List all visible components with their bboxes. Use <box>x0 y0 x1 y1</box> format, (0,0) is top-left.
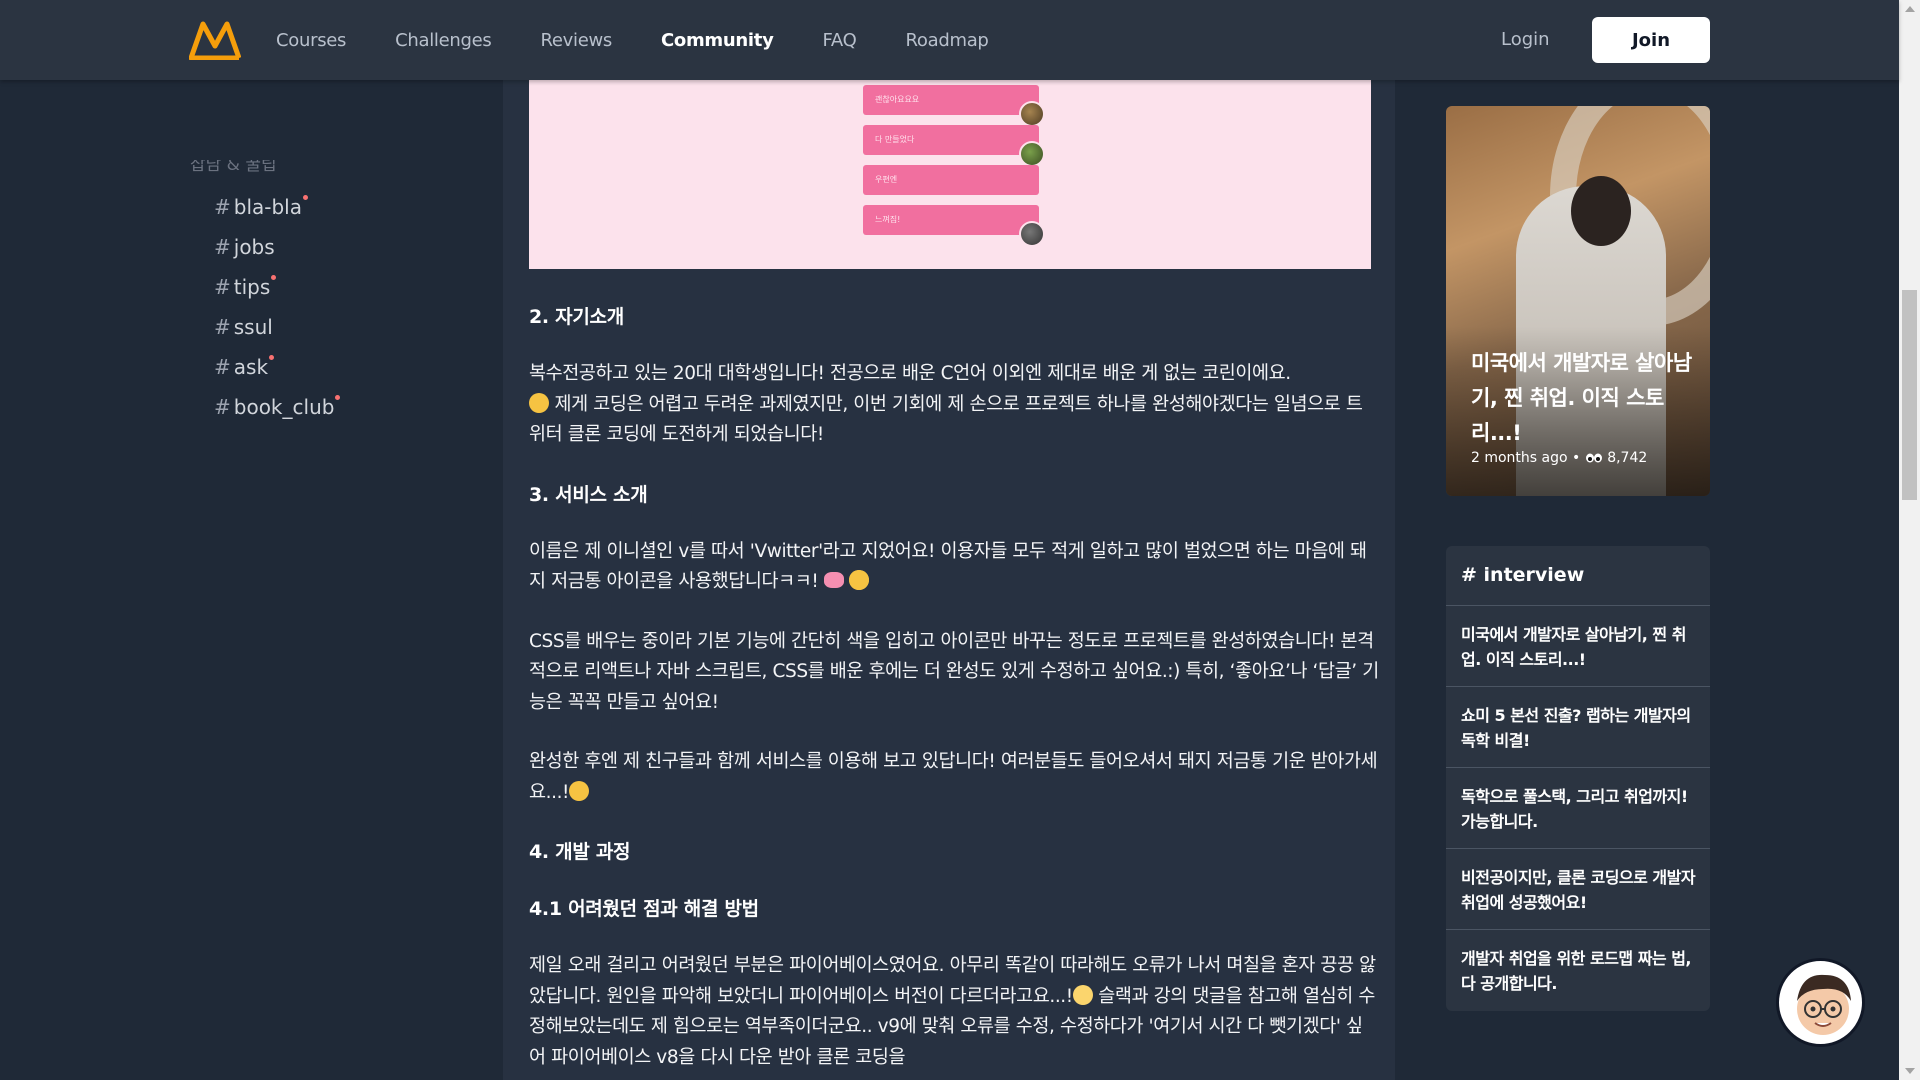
logo-icon[interactable] <box>189 20 241 60</box>
channel-tips[interactable]: # tips <box>214 274 340 314</box>
interview-link[interactable]: 쇼미 5 본선 진출? 랩하는 개발자의 독학 비결! <box>1446 687 1710 768</box>
top-navigation-bar: Courses Challenges Reviews Community FAQ… <box>0 0 1899 80</box>
pig-nose-emoji-icon <box>823 572 844 588</box>
nav-reviews[interactable]: Reviews <box>541 30 613 51</box>
hash-symbol: # <box>214 355 231 379</box>
text-run: 제게 코딩은 어렵고 두려운 과제였지만, 이번 기회에 제 손으로 프로젝트 … <box>529 393 1363 446</box>
avatar <box>1019 221 1045 247</box>
section-heading: 4. 개발 과정 <box>529 841 631 863</box>
interview-list-card: # interview 미국에서 개발자로 살아남기, 찐 취업. 이직 스토리… <box>1446 546 1710 1011</box>
channel-label: jobs <box>233 235 275 259</box>
channel-ssul[interactable]: # ssul <box>214 314 340 354</box>
text-run: 이름은 제 이니셜인 v를 따서 'Vwitter'라고 지었어요! 이용자들 … <box>529 540 1367 593</box>
unread-dot <box>271 275 277 280</box>
money-mouth-emoji-icon <box>569 780 590 801</box>
section-heading: 2. 자기소개 <box>529 306 624 328</box>
unread-dot <box>335 395 341 400</box>
text-run: 완성한 후엔 제 친구들과 함께 서비스를 이용해 보고 있답니다! 여러분들도… <box>529 751 1378 803</box>
unread-dot <box>269 355 275 360</box>
nav-courses[interactable]: Courses <box>276 30 346 51</box>
channel-label: book_club <box>233 395 335 419</box>
channel-label: bla-bla <box>233 195 302 219</box>
right-sidebar: 미국에서 개발자로 살아남기, 찐 취업. 이직 스토리...! 2 month… <box>1395 80 1899 1080</box>
main-nav: Courses Challenges Reviews Community FAQ… <box>276 0 1038 80</box>
hash-symbol: # <box>214 275 231 299</box>
page-scrollbar[interactable] <box>1899 0 1920 1080</box>
hash-symbol: # <box>214 395 231 419</box>
paragraph: 완성한 후엔 제 친구들과 함께 서비스를 이용해 보고 있답니다! 여러분들도… <box>529 747 1379 808</box>
view-count: 8,742 <box>1607 450 1648 466</box>
post-time: 2 months ago <box>1471 450 1568 466</box>
hash-symbol: # <box>214 315 231 339</box>
paragraph: CSS를 배우는 중이라 기본 기능에 간단히 색을 입히고 아이콘만 바꾸는 … <box>529 630 1379 713</box>
scroll-thumb[interactable] <box>1902 290 1917 500</box>
nav-community[interactable]: Community <box>661 30 774 51</box>
sad-face-emoji-icon <box>529 392 549 413</box>
channel-label: ssul <box>233 315 273 339</box>
chat-bubble: 다 만들었다 <box>863 125 1039 155</box>
interview-list-title[interactable]: # interview <box>1446 546 1710 606</box>
channel-label: tips <box>233 275 271 299</box>
person-head <box>1571 176 1631 246</box>
channel-list: # bla-bla # jobs # tips # ssul # ask # book_cl… <box>214 194 341 434</box>
featured-story-title: 미국에서 개발자로 살아남기, 찐 취업. 이직 스토리...! <box>1471 351 1692 445</box>
text-run: 복수전공하고 있는 20대 대학생입니다! 전공으로 배운 C언어 이외엔 제대… <box>529 363 1291 384</box>
chat-bubble: 우편엔 <box>863 165 1039 195</box>
featured-story-meta: 2 months ago • 8,742 <box>1471 450 1648 466</box>
unread-dot <box>303 195 308 200</box>
hash-symbol: # <box>214 235 231 259</box>
post-screenshot-image: 괜찮아요요요 다 만들었다 우편엔 느껴짐! <box>529 80 1371 269</box>
paragraph: 제일 오래 걸리고 어려웠던 부분은 파이어베이스였어요. 아무리 똑같이 따라… <box>529 951 1379 1073</box>
chat-bubble: 느껴짐! <box>863 205 1039 235</box>
paragraph: 이름은 제 이니셜인 v를 따서 'Vwitter'라고 지었어요! 이용자들 … <box>529 537 1379 598</box>
chat-support-button[interactable] <box>1776 958 1865 1047</box>
eyes-icon <box>1585 453 1602 463</box>
interview-link[interactable]: 미국에서 개발자로 살아남기, 찐 취업. 이직 스토리...! <box>1446 606 1710 687</box>
heart-eyes-emoji-icon <box>849 570 870 590</box>
scroll-down-arrow-icon[interactable] <box>1905 1068 1915 1074</box>
channel-ask[interactable]: # ask <box>214 354 340 394</box>
interview-link[interactable]: 개발자 취업을 위한 로드맵 짜는 법, 다 공개합니다. <box>1446 930 1710 1011</box>
channel-jobs[interactable]: # jobs <box>214 234 340 274</box>
avatar <box>1019 141 1045 167</box>
channel-book-club[interactable]: # book_club <box>214 394 341 434</box>
screaming-face-emoji-icon <box>1072 984 1093 1005</box>
section-heading: 4.1 어려웠던 점과 해결 방법 <box>529 898 759 920</box>
chat-bubble: 괜찮아요요요 <box>863 85 1039 115</box>
sidebar-section-label: 잡담 & 꿀팁 <box>190 155 277 175</box>
hash-symbol: # <box>214 195 231 219</box>
post-body: 2. 자기소개 복수전공하고 있는 20대 대학생입니다! 전공으로 배운 C언… <box>529 302 1379 1080</box>
channel-sidebar: 잡담 & 꿀팁 # bla-bla # jobs # tips # ssul # ask … <box>0 80 503 1080</box>
channel-bla-bla[interactable]: # bla-bla <box>214 194 340 234</box>
nav-faq[interactable]: FAQ <box>823 30 857 51</box>
nav-challenges[interactable]: Challenges <box>395 30 492 51</box>
post-content: 괜찮아요요요 다 만들었다 우편엔 느껴짐! 2. 자기소개 복수전공하고 있는… <box>503 80 1395 1080</box>
avatar <box>1019 101 1045 127</box>
nav-roadmap[interactable]: Roadmap <box>906 30 989 51</box>
featured-story-card[interactable]: 미국에서 개발자로 살아남기, 찐 취업. 이직 스토리...! 2 month… <box>1446 106 1710 496</box>
scroll-up-arrow-icon[interactable] <box>1905 6 1915 12</box>
paragraph: 복수전공하고 있는 20대 대학생입니다! 전공으로 배운 C언어 이외엔 제대… <box>529 359 1379 451</box>
section-heading: 3. 서비스 소개 <box>529 483 648 506</box>
login-link[interactable]: Login <box>1501 29 1550 50</box>
interview-link[interactable]: 비전공이지만, 클론 코딩으로 개발자 취업에 성공했어요! <box>1446 849 1710 930</box>
interview-link[interactable]: 독학으로 풀스택, 그리고 취업까지! 가능합니다. <box>1446 768 1710 849</box>
channel-label: ask <box>233 355 269 379</box>
join-button[interactable]: Join <box>1592 17 1710 63</box>
